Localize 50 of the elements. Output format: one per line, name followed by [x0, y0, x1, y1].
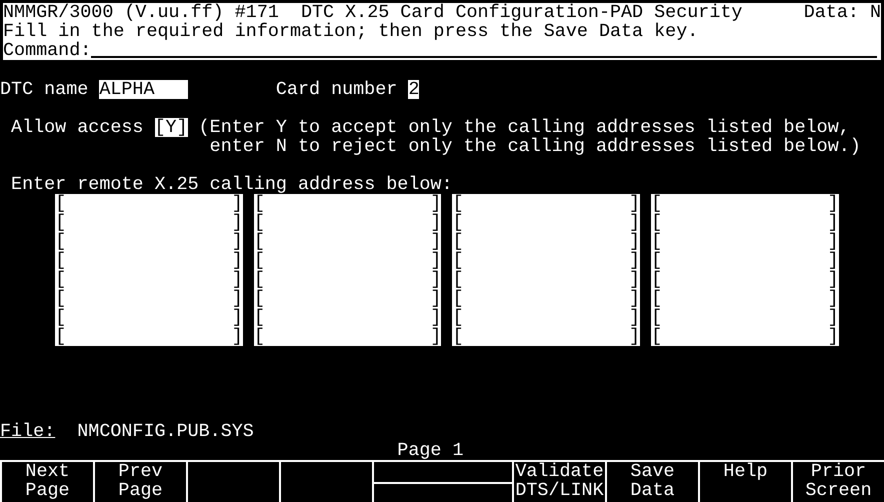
page-indicator: Page 1	[397, 441, 464, 460]
address-field[interactable]: [ ]	[55, 270, 243, 289]
address-field[interactable]: [ ]	[452, 308, 640, 327]
address-field[interactable]: [ ]	[651, 194, 839, 213]
address-field[interactable]: [ ]	[452, 270, 640, 289]
address-field[interactable]: [ ]	[651, 270, 839, 289]
address-field[interactable]: [ ]	[55, 251, 243, 270]
allow-access-field[interactable]: [Y]	[154, 118, 188, 137]
address-field[interactable]: [ ]	[55, 194, 243, 213]
field-label: DTC name	[0, 80, 88, 99]
address-field[interactable]: [ ]	[254, 232, 442, 251]
address-field[interactable]: [ ]	[254, 213, 442, 232]
address-field[interactable]: [ ]	[452, 289, 640, 308]
section-label: Enter remote X.25 calling address below:	[11, 175, 452, 194]
command-label: Command:	[3, 41, 92, 60]
field-label: Allow access	[11, 118, 144, 137]
address-field[interactable]: [ ]	[651, 213, 839, 232]
dtc-name-field[interactable]: ALPHA	[99, 80, 188, 99]
file-label: File:	[0, 422, 56, 441]
address-field[interactable]: [ ]	[651, 327, 839, 346]
blank-softkey[interactable]	[372, 462, 512, 502]
address-field[interactable]: [ ]	[254, 194, 442, 213]
address-field[interactable]: [ ]	[254, 308, 442, 327]
address-field[interactable]: [ ]	[254, 270, 442, 289]
address-field[interactable]: [ ]	[651, 232, 839, 251]
softkey-button[interactable]: Validate DTS/LINK	[512, 462, 605, 502]
help-text: (Enter Y to accept only the calling addresses listed below,	[198, 118, 850, 137]
field-label: Card number	[276, 80, 398, 99]
card-number-field[interactable]: 2	[408, 80, 420, 99]
address-field[interactable]: [ ]	[452, 251, 640, 270]
address-field[interactable]: [ ]	[254, 289, 442, 308]
address-field[interactable]: [ ]	[55, 327, 243, 346]
address-field[interactable]: [ ]	[452, 194, 640, 213]
address-field[interactable]: [ ]	[55, 289, 243, 308]
address-field[interactable]: [ ]	[651, 308, 839, 327]
screen-title: NMMGR/3000 (V.uu.ff) #171 DTC X.25 Card Configuration-PAD Security	[3, 3, 742, 22]
address-field[interactable]: [ ]	[254, 251, 442, 270]
address-field[interactable]: [ ]	[452, 213, 640, 232]
address-field[interactable]: [ ]	[55, 308, 243, 327]
file-name: NMCONFIG.PUB.SYS	[77, 422, 254, 441]
address-field[interactable]: [ ]	[651, 289, 839, 308]
address-field[interactable]: [ ]	[651, 251, 839, 270]
address-field[interactable]: [ ]	[452, 232, 640, 251]
address-field[interactable]: [ ]	[55, 213, 243, 232]
address-field[interactable]: [ ]	[55, 232, 243, 251]
address-field[interactable]: [ ]	[452, 327, 640, 346]
address-field[interactable]: [ ]	[254, 327, 442, 346]
help-text: enter N to reject only the calling addresses listed below.)	[210, 137, 861, 156]
data-status-text: Data: N	[804, 3, 881, 22]
instruction-text: Fill in the required information; then press the Save Data key.	[3, 22, 698, 41]
